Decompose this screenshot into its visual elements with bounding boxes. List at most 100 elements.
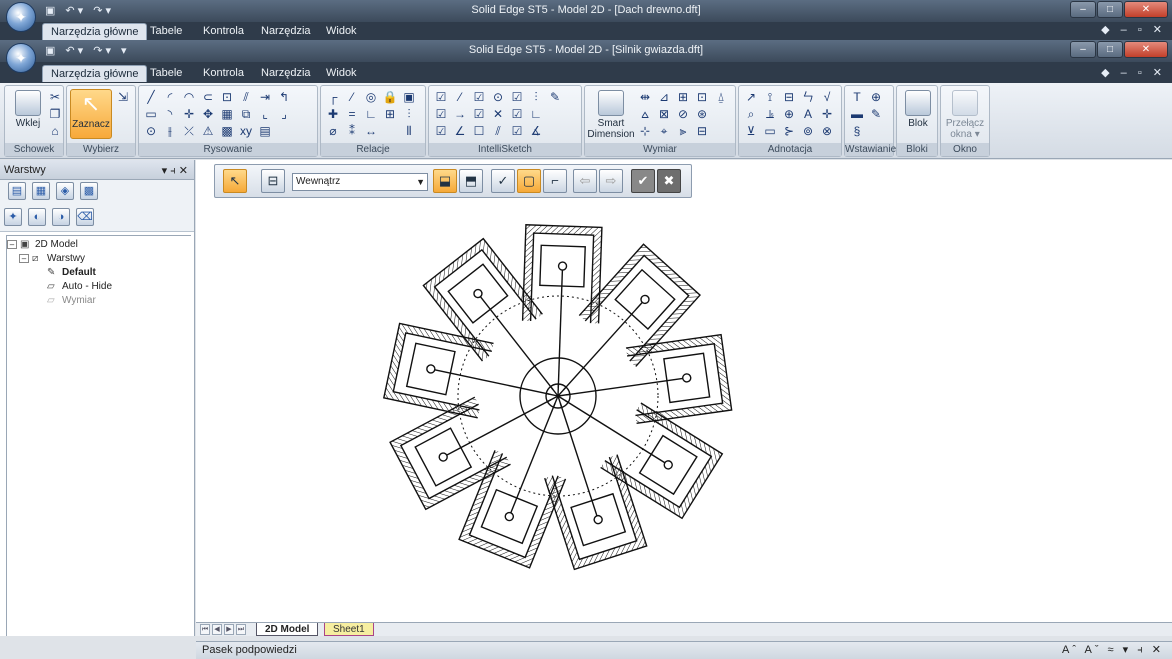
sketch-option-9-icon[interactable]: ☑ [509,124,525,139]
collapse-icon[interactable]: – [19,253,29,263]
arc-icon[interactable]: ◜ [162,90,178,105]
symbol-icon[interactable]: § [849,124,865,139]
offset-icon[interactable]: ✥ [200,107,216,122]
application-orb[interactable]: ✦ [6,2,36,32]
cut-icon[interactable]: ✂ [47,90,63,105]
image-icon[interactable]: ▬ [849,107,865,122]
radius-dim-icon[interactable]: ⊘ [675,107,691,122]
equal-icon[interactable]: = [344,107,360,122]
tab-kontrola[interactable]: Kontrola [195,23,252,40]
tree-node-warstwy[interactable]: – ⧄ Warstwy [7,252,191,266]
search-icon[interactable]: ⌕ [743,107,759,122]
point-icon[interactable]: ✛ [181,107,197,122]
fillet-icon[interactable]: ◝ [162,107,178,122]
sketch-option-7-icon[interactable]: ☑ [433,124,449,139]
fence-rect-button[interactable]: ▢ [517,169,541,193]
balloon-icon[interactable]: ㄣ [800,90,816,105]
select-filter-button[interactable]: ⊟ [261,169,285,193]
check-select-button[interactable]: ✓ [491,169,515,193]
sketch-option-8-icon[interactable]: ☐ [471,124,487,139]
dim-group-icon[interactable]: ⊟ [694,124,710,139]
datum-icon[interactable]: ⟟ [762,90,778,105]
delete-layer-icon[interactable]: ⌫ [76,208,94,226]
mdi-controls[interactable]: ◆ – ▫ ✕ [1101,23,1166,36]
prev-sheet-icon[interactable]: ◀ [212,624,222,635]
fill-icon[interactable]: ⊡ [219,90,235,105]
fence-polygon-button[interactable]: ⌐ [543,169,567,193]
sketch-option-5-icon[interactable]: ☑ [471,107,487,122]
relation-handles-icon[interactable]: ▣ [401,90,417,105]
text-icon[interactable]: A [800,107,816,122]
tab-tabele[interactable]: Tabele [142,65,190,82]
minimize-button[interactable]: – [1070,41,1096,58]
auto-dim-icon[interactable]: ⊛ [694,107,710,122]
colinear-icon[interactable]: ↔ [363,124,379,139]
table-icon[interactable]: ▤ [257,124,273,139]
connect-icon[interactable]: ┌ [325,90,341,105]
globe-icon[interactable]: ⊕ [868,90,884,105]
pattern-icon[interactable]: ▦ [219,107,235,122]
tab-narzedzia[interactable]: Narzędzia [253,65,319,82]
tab-2d-model[interactable]: 2D Model [256,623,319,636]
perpendicular-icon[interactable]: ∟ [363,107,379,122]
tab-narzedzia-glowne[interactable]: Narzędzia główne [42,65,148,82]
move-icon[interactable]: ⇥ [257,90,273,105]
redo-button[interactable]: ↷ ▾ [90,3,114,19]
delete-icon[interactable]: ⤫ [181,124,197,139]
sketch-option-2-icon[interactable]: ☑ [471,90,487,105]
paste-button[interactable]: Wklej [7,89,49,139]
angular-coord-icon[interactable]: ⊠ [656,107,672,122]
next-button[interactable]: ⇨ [599,169,623,193]
save-icon[interactable]: ▣ [42,3,58,19]
center-mark-icon[interactable]: ⊕ [781,107,797,122]
datum-target-icon[interactable]: ⊱ [781,124,797,139]
maximize-button[interactable]: □ [1097,41,1123,58]
weld-icon[interactable]: ⫡ [762,107,778,122]
minimize-button[interactable]: – [1070,1,1096,18]
maximize-button[interactable]: □ [1097,1,1123,18]
redo-button[interactable]: ↷ ▾ [90,43,114,59]
mdi-controls[interactable]: ◆ – ▫ ✕ [1101,66,1166,79]
circle-icon[interactable]: ⊙ [143,124,159,139]
select-button[interactable]: ↖ Zaznacz [70,89,112,139]
front-window-titlebar[interactable]: Solid Edge ST5 - Model 2D - [Silnik gwia… [0,40,1172,62]
tangent-arc-icon[interactable]: ◠ [181,90,197,105]
library-tab-icon[interactable]: ▦ [32,182,50,200]
text-insert-icon[interactable]: T [849,90,865,105]
tab-widok[interactable]: Widok [318,23,365,40]
show-layer-icon[interactable]: ◐ [28,208,46,226]
curve-icon[interactable]: ⊂ [200,90,216,105]
block-button[interactable]: Blok [897,89,939,139]
trim-icon[interactable]: ⫽ [238,90,254,105]
collapse-icon[interactable]: – [7,239,17,249]
rotate-icon[interactable]: ↰ [276,90,292,105]
attach-dim-icon[interactable]: ⌖ [656,124,672,139]
fence-overlap-button[interactable]: ⬒ [459,169,483,193]
select-tool-button[interactable]: ↖ [223,169,247,193]
chamfer-dim-icon[interactable]: ⊹ [637,124,653,139]
parallel-icon[interactable]: ⁄ [344,90,360,105]
panel-controls[interactable]: ▾ ⫞ ✕ [162,164,188,178]
horizontal-vertical-icon[interactable]: ✚ [325,107,341,122]
back-window-titlebar[interactable]: Solid Edge ST5 - Model 2D - [Dach drewno… [0,0,1172,22]
status-controls[interactable]: Aˆ Aˇ ≈ ▾ ⫞ ✕ [1062,642,1164,659]
smart-dimension-button[interactable]: Smart Dimension [587,89,635,140]
hide-layer-icon[interactable]: ◑ [52,208,70,226]
selection-mode-combo[interactable]: Wewnątrz ▼ [292,173,428,191]
sketch-option-3-icon[interactable]: ☑ [509,90,525,105]
scale-icon[interactable]: ⌞ [257,107,273,122]
sketch-option-6-icon[interactable]: ☑ [509,107,525,122]
new-layer-icon[interactable]: ✦ [4,208,22,226]
tab-tabele[interactable]: Tabele [142,23,190,40]
tab-sheet1[interactable]: Sheet1 [324,623,374,636]
maintain-icon[interactable]: ⫴ [401,124,417,139]
cross-circle-icon[interactable]: ⊗ [819,124,835,139]
undo-button[interactable]: ↶ ▾ [62,43,86,59]
rectangle-icon[interactable]: ▭ [143,107,159,122]
chain-dim-icon[interactable]: ⊡ [694,90,710,105]
accept-button[interactable]: ✔ [631,169,655,193]
qat-more-button[interactable]: ▾ [118,43,130,59]
first-sheet-icon[interactable]: ⏮ [200,624,210,635]
symmetric-icon[interactable]: ⫶ [401,107,417,122]
mirror-icon[interactable]: ⧉ [238,107,254,122]
